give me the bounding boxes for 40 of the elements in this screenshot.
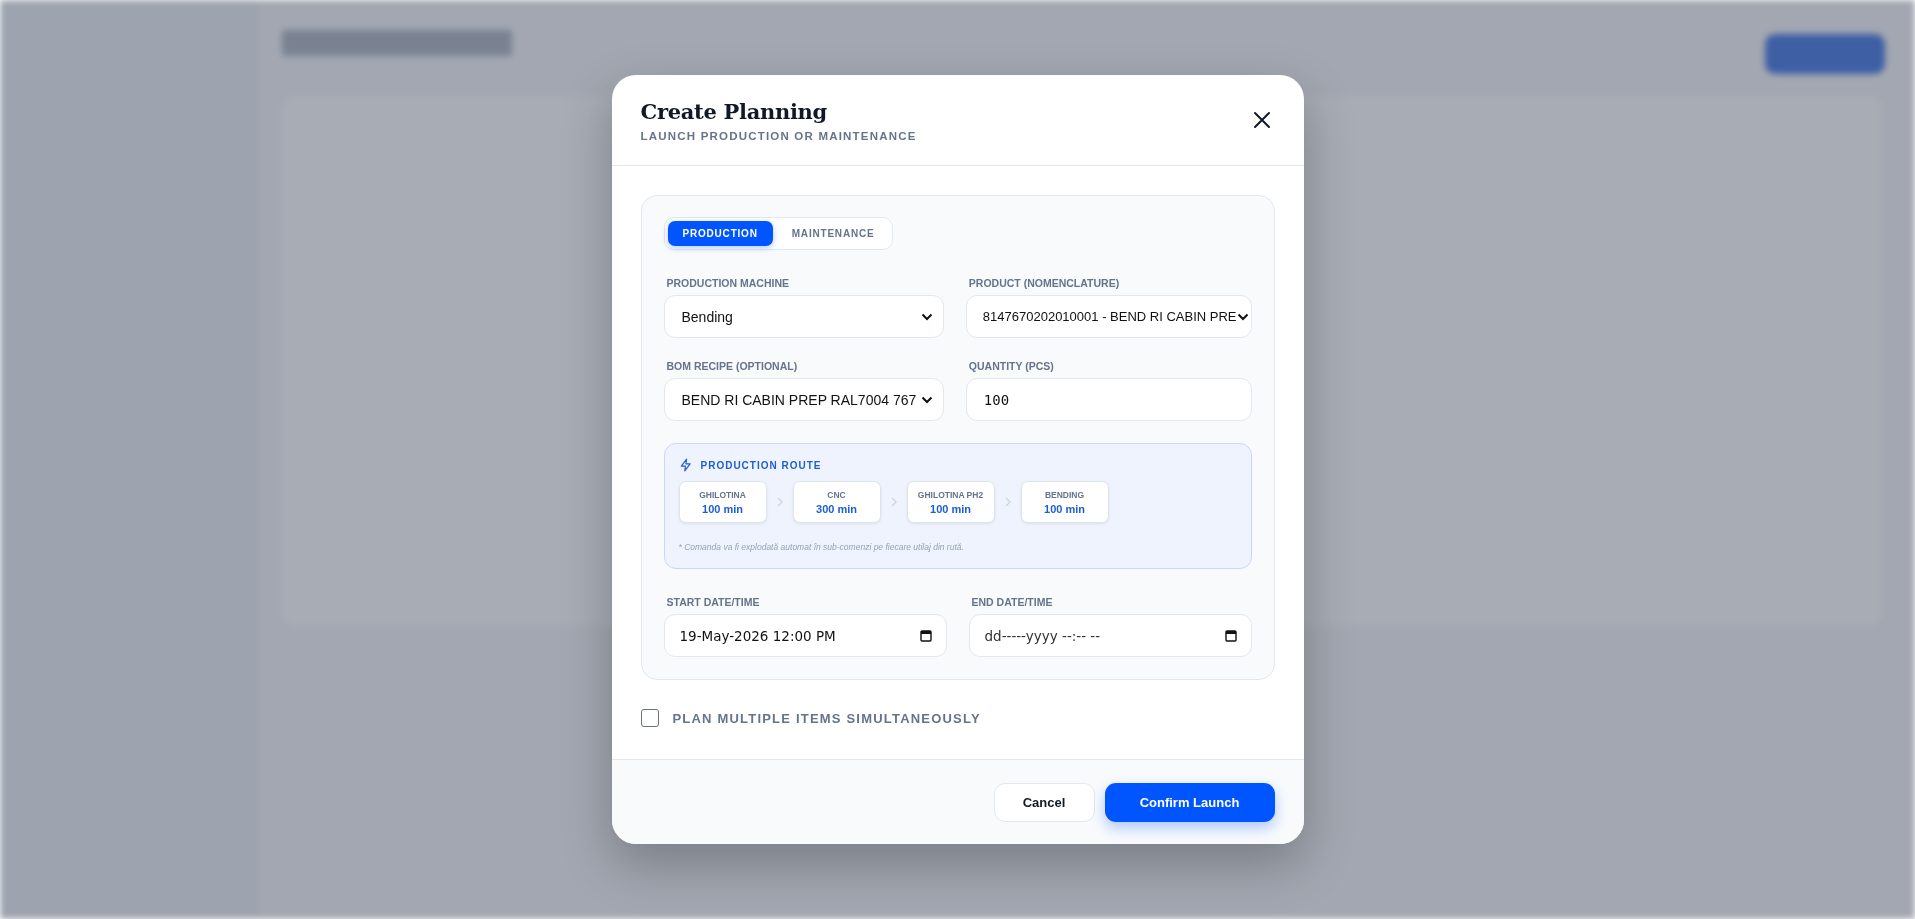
confirm-launch-button[interactable]: Confirm Launch [1104, 782, 1275, 822]
field-label: PRODUCT (NOMENCLATURE) [967, 277, 1121, 289]
step-duration: 300 min [816, 502, 857, 515]
checkbox[interactable] [640, 709, 659, 727]
field-label: END DATE/TIME [970, 596, 1054, 608]
step-duration: 100 min [930, 502, 971, 515]
dialog-subtitle: LAUNCH PRODUCTION OR MAINTENANCE [640, 129, 917, 142]
dialog-title: Create Planning [640, 98, 828, 124]
quantity-input[interactable]: 100 [965, 378, 1252, 421]
chevron-right-icon [776, 497, 783, 507]
route-note: * Comanda va fi explodată automat în sub-comenzi pe fiecare utilaj din rută. [678, 542, 965, 552]
start-datetime-field[interactable]: 19-May-2026 12:00 PM [663, 614, 947, 657]
route-title: PRODUCTION ROUTE [700, 459, 822, 471]
step-name: BENDING [1044, 489, 1085, 500]
mode-tab[interactable]: PRODUCTION [667, 221, 773, 246]
step-name: CNC [827, 489, 846, 500]
field-label: START DATE/TIME [665, 596, 761, 608]
step-name: GHILOTINA [699, 489, 746, 500]
product-select[interactable]: 8147670202010001 - BEND RI CABIN PRE [965, 295, 1252, 338]
field-label: BOM RECIPE (OPTIONAL) [665, 360, 799, 372]
close-icon[interactable] [1252, 111, 1271, 129]
cancel-button[interactable]: Cancel [993, 782, 1095, 822]
machine-select[interactable]: Bending [663, 295, 944, 338]
checkbox-label: PLAN MULTIPLE ITEMS SIMULTANEOUSLY [672, 710, 981, 726]
step-duration: 100 min [1044, 502, 1085, 515]
mode-tab[interactable]: MAINTENANCE [776, 221, 890, 246]
field-label: QUANTITY (PCS) [967, 360, 1055, 372]
end-datetime-field[interactable]: dd-----yyyy --:-- -- [968, 614, 1252, 657]
step-name: GHILOTINA PH2 [917, 489, 984, 500]
step-duration: 100 min [702, 502, 743, 515]
bom-recipe-select[interactable]: BEND RI CABIN PREP RAL7004 767 [663, 378, 944, 421]
chevron-down-icon [1236, 312, 1249, 321]
calendar-icon [1224, 629, 1237, 642]
chevron-down-icon [920, 395, 933, 404]
chevron-down-icon [920, 312, 933, 321]
field-label: PRODUCTION MACHINE [665, 277, 790, 289]
calendar-icon [919, 629, 932, 642]
chevron-right-icon [1004, 497, 1011, 507]
chevron-right-icon [890, 497, 897, 507]
lightning-icon [678, 458, 693, 472]
